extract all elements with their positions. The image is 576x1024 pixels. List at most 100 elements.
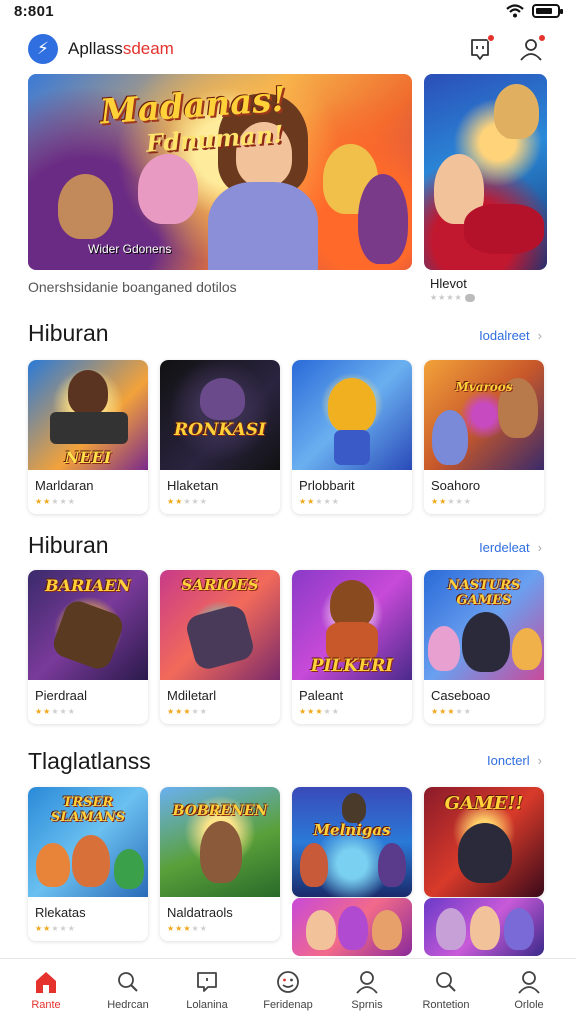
game-rating: ★★★★★: [35, 924, 76, 933]
search-icon: [118, 972, 138, 992]
game-name: Paleant: [299, 688, 344, 703]
game-card-mini[interactable]: [424, 898, 544, 956]
see-all-link[interactable]: Ioncterl ›: [487, 753, 542, 768]
nav-label: Feridenap: [263, 999, 313, 1011]
chevron-right-icon: ›: [537, 540, 542, 555]
game-card[interactable]: PILKERI Paleant ★★★★★: [292, 570, 412, 724]
nav-item-profile[interactable]: Orlole: [488, 959, 570, 1024]
nav-item-sports[interactable]: Sprnis: [326, 959, 408, 1024]
game-character-2: [470, 906, 500, 950]
see-all-link[interactable]: Iodalreet ›: [479, 328, 542, 343]
game-character-3: [504, 908, 534, 950]
nav-item-home[interactable]: Rante: [5, 959, 87, 1024]
side-banner-stars: ★★★★: [430, 293, 463, 302]
chat-icon: [197, 972, 217, 992]
user-icon: [356, 971, 378, 994]
app-header: ⚡ Apllasssdeam: [0, 28, 576, 68]
game-character: [200, 821, 242, 883]
banner-character-body: [208, 182, 318, 270]
game-card[interactable]: NEEI Marldaran ★★★★★: [28, 360, 148, 514]
side-banner-vehicle: [464, 204, 544, 254]
game-character: [342, 793, 366, 823]
status-bar: 8:801: [0, 0, 576, 24]
game-thumbnail: [292, 360, 412, 470]
game-name: Soahoro: [431, 478, 481, 493]
game-thumb-text: SARIOES: [181, 576, 259, 594]
banner-description: Onershsidanie boanganed dotilos: [28, 279, 237, 295]
game-thumbnail: NASTURS GAMES: [424, 570, 544, 680]
game-card[interactable]: SARIOES Mdiletarl ★★★★★: [160, 570, 280, 724]
app-name-accent: sdeam: [122, 39, 174, 58]
game-character-3: [372, 910, 402, 950]
nav-label: Hedrcan: [107, 999, 149, 1011]
banner-character-girl: [138, 154, 198, 224]
game-thumb-text: GAME!!: [444, 793, 524, 814]
game-card[interactable]: NASTURS GAMES Caseboao ★★★★★: [424, 570, 544, 724]
game-character-2: [428, 626, 460, 671]
game-card[interactable]: BARIAEN Pierdraal ★★★★★: [28, 570, 148, 724]
game-character: [330, 580, 374, 628]
game-thumbnail: RONKASI: [160, 360, 280, 470]
see-all-label: Ierdeleat: [479, 540, 530, 555]
game-name: Naldatraols: [167, 905, 233, 920]
notification-icon[interactable]: [467, 34, 495, 62]
game-rating: ★★★★★: [35, 707, 76, 716]
game-gem: [183, 603, 257, 672]
game-rating: ★★★★★: [299, 707, 340, 716]
game-card[interactable]: TRSER SLAMANS Rlekatas ★★★★★: [28, 787, 148, 941]
game-card[interactable]: RONKASI Hlaketan ★★★★★: [160, 360, 280, 514]
wifi-icon: [506, 4, 524, 18]
nav-item-chat[interactable]: Lolanina: [166, 959, 248, 1024]
featured-banner[interactable]: Madanas! Fdnuman!: [28, 74, 412, 270]
banner-character-right: [358, 174, 408, 264]
game-character-2: [338, 906, 368, 950]
side-banner-hero: [494, 84, 539, 139]
game-card-mini[interactable]: [292, 898, 412, 956]
game-thumbnail: GAME!!: [424, 787, 544, 897]
see-all-label: Iodalreet: [479, 328, 530, 343]
nav-label: Sprnis: [351, 999, 383, 1011]
game-rating: ★★★★★: [431, 707, 472, 716]
game-name: Hlaketan: [167, 478, 219, 493]
game-character: [462, 612, 510, 672]
game-rating: ★★★★★: [167, 707, 208, 716]
game-card[interactable]: Melnigas: [292, 787, 412, 897]
game-character-3: [512, 628, 542, 670]
game-rating: ★★★★★: [299, 497, 340, 506]
game-card[interactable]: Prlobbarit ★★★★★: [292, 360, 412, 514]
chevron-right-icon: ›: [537, 328, 542, 343]
section-title-tags: Tlaglatlanss: [28, 748, 151, 774]
nav-item-friends[interactable]: Feridenap: [247, 959, 329, 1024]
profile-dot: [538, 34, 546, 42]
see-all-link[interactable]: Ierdeleat ›: [479, 540, 542, 555]
game-character-2: [300, 843, 328, 887]
nav-label: Orlole: [514, 999, 544, 1011]
game-thumb-text: BOBRENEN: [172, 803, 268, 819]
game-character-2: [432, 410, 468, 465]
game-rating: ★★★★★: [167, 497, 208, 506]
search-icon: [436, 972, 456, 992]
chevron-right-icon: ›: [537, 753, 542, 768]
profile-icon[interactable]: [518, 34, 546, 62]
game-name: Marldaran: [35, 478, 94, 493]
banner-caption: Wider Gdonens: [88, 242, 172, 256]
game-card[interactable]: Mvaroos Soahoro ★★★★★: [424, 360, 544, 514]
game-card[interactable]: GAME!!: [424, 787, 544, 897]
nav-item-search[interactable]: Hedrcan: [87, 959, 169, 1024]
game-character: [436, 908, 466, 950]
game-gem: [49, 597, 127, 673]
side-banner[interactable]: [424, 74, 547, 270]
game-thumbnail: TRSER SLAMANS: [28, 787, 148, 897]
game-character: [328, 378, 376, 433]
game-card[interactable]: BOBRENEN Naldatraols ★★★★★: [160, 787, 280, 941]
game-character: [458, 823, 512, 883]
game-name: Pierdraal: [35, 688, 88, 703]
nav-item-rotation[interactable]: Rontetion: [405, 959, 487, 1024]
app-logo-icon[interactable]: ⚡: [28, 34, 58, 64]
side-banner-pill: [464, 293, 475, 302]
game-thumb-text: BARIAEN: [45, 576, 131, 595]
game-character-3: [378, 843, 406, 887]
game-thumbnail: Mvaroos: [424, 360, 544, 470]
game-thumbnail: PILKERI: [292, 570, 412, 680]
game-thumb-text: NEEI: [64, 448, 112, 467]
